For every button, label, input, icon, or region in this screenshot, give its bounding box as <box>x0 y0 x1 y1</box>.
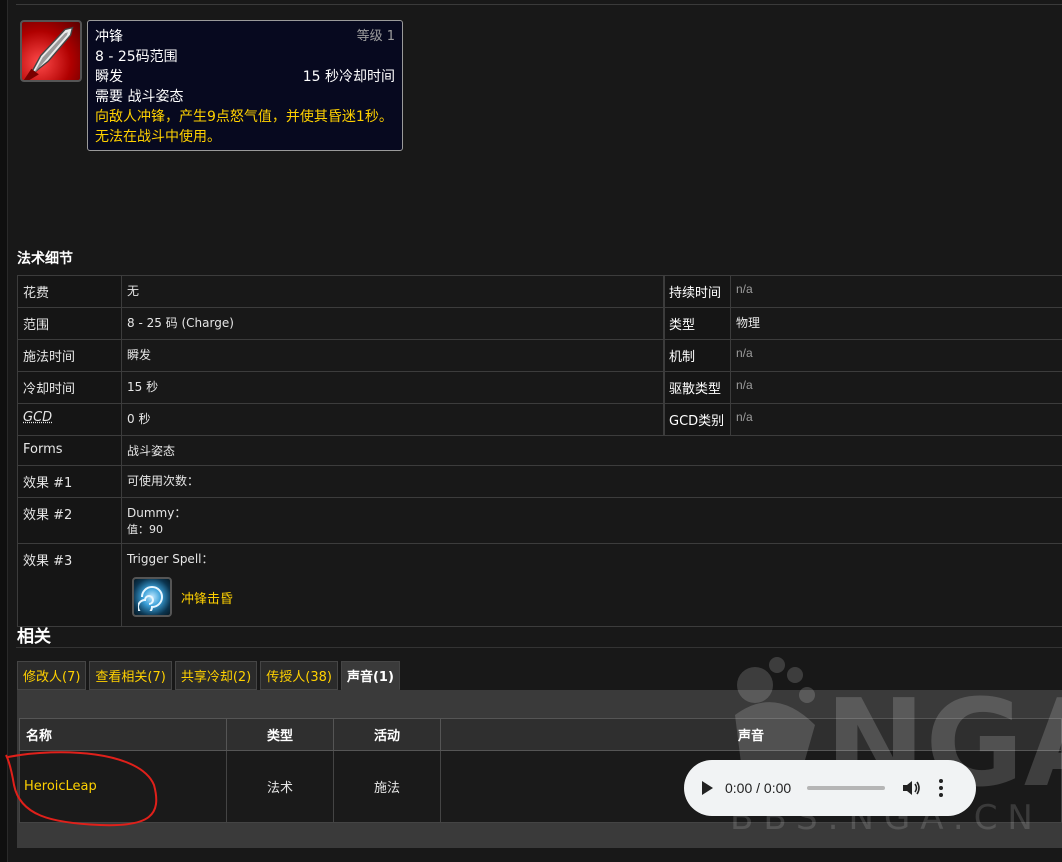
tab-shared-cooldown[interactable]: 共享冷却(2) <box>174 661 258 690</box>
page: 冲锋 等级 1 8 - 25码范围 瞬发 15 秒冷却时间 需要 战斗姿态 向敌… <box>0 0 1062 862</box>
detail-label: 类型 <box>665 308 731 339</box>
charge-spell-icon[interactable] <box>20 20 82 82</box>
detail-row: GCD 0 秒 GCD类别 n/a <box>18 404 1062 436</box>
detail-value: 物理 <box>736 316 761 330</box>
related-title: 相关 <box>17 627 51 647</box>
detail-row: 施法时间 瞬发 机制 n/a <box>18 340 1062 372</box>
detail-row: 花费 无 持续时间 n/a <box>18 276 1062 308</box>
detail-row: 范围 8 - 25 码 (Charge) 类型 物理 <box>18 308 1062 340</box>
sound-name-link[interactable]: HeroicLeap <box>19 750 227 823</box>
spell-tooltip: 冲锋 等级 1 8 - 25码范围 瞬发 15 秒冷却时间 需要 战斗姿态 向敌… <box>87 20 403 151</box>
blade-icon <box>23 26 74 80</box>
effect-dummy-value: 值：90 <box>127 523 163 536</box>
effect-row: 效果 #3 Trigger Spell： 冲锋击昏 <box>18 544 1062 626</box>
more-options-icon[interactable] <box>939 779 944 797</box>
sound-type: 法术 <box>226 750 334 823</box>
detail-value: 无 <box>122 276 665 307</box>
gcd-label[interactable]: GCD <box>18 404 122 435</box>
left-border <box>0 0 8 862</box>
detail-value: n/a <box>736 282 753 296</box>
gcd-tooltip-term[interactable]: GCD <box>23 410 52 425</box>
detail-label: 机制 <box>665 340 731 371</box>
spell-range: 8 - 25码范围 <box>95 49 178 65</box>
triggered-spell-link[interactable]: 冲锋击昏 <box>132 577 1057 617</box>
detail-label: 施法时间 <box>18 340 122 371</box>
audio-progress-slider[interactable] <box>807 786 886 790</box>
detail-label: 驱散类型 <box>665 372 731 403</box>
spell-rank: 等级 1 <box>356 29 395 44</box>
tab-taught-by[interactable]: 传授人(38) <box>260 661 338 690</box>
column-header-type[interactable]: 类型 <box>226 718 334 751</box>
detail-label: 花费 <box>18 276 122 307</box>
spell-details-table: 花费 无 持续时间 n/a 范围 8 - 25 码 (Charge) 类型 物理… <box>17 275 1062 627</box>
effect-value: Dummy： 值：90 <box>122 498 1062 543</box>
column-header-name[interactable]: 名称 <box>19 718 227 751</box>
tab-see-also[interactable]: 查看相关(7) <box>89 661 172 690</box>
related-tabs: 修改人(7) 查看相关(7) 共享冷却(2) 传授人(38) 声音(1) <box>17 661 400 690</box>
spell-details-title: 法术细节 <box>17 251 73 267</box>
effect-value: 可使用次数： <box>127 474 200 488</box>
detail-row: 冷却时间 15 秒 驱散类型 n/a <box>18 372 1062 404</box>
spell-requirement: 需要 战斗姿态 <box>95 89 184 105</box>
spell-cooldown: 15 秒冷却时间 <box>302 69 395 85</box>
detail-label: 持续时间 <box>665 276 731 307</box>
swirl-icon[interactable] <box>132 577 172 617</box>
related-divider <box>16 647 1062 648</box>
effect-label: 效果 #3 <box>18 544 122 626</box>
column-header-activity[interactable]: 活动 <box>333 718 441 751</box>
detail-label: 冷却时间 <box>18 372 122 403</box>
top-divider <box>16 4 1062 5</box>
effect-dummy: Dummy： <box>127 506 187 520</box>
spell-name: 冲锋 <box>95 29 123 45</box>
detail-value: 0 秒 <box>122 404 665 435</box>
audio-time: 0:00 / 0:00 <box>725 780 792 796</box>
table-header-row: 名称 类型 活动 声音 <box>19 718 1062 751</box>
effect-trigger-label: Trigger Spell： <box>127 552 214 566</box>
volume-icon[interactable] <box>903 780 921 796</box>
effect-value: Trigger Spell： 冲锋击昏 <box>122 544 1062 626</box>
detail-label: 范围 <box>18 308 122 339</box>
detail-row: Forms 战斗姿态 <box>18 436 1062 466</box>
detail-value: n/a <box>736 378 753 392</box>
effect-row: 效果 #1 可使用次数： <box>18 466 1062 498</box>
effect-label: 效果 #1 <box>18 466 122 497</box>
effect-label: 效果 #2 <box>18 498 122 543</box>
play-icon[interactable] <box>702 781 713 795</box>
detail-value: n/a <box>736 346 753 360</box>
spell-cast-time: 瞬发 <box>95 69 123 85</box>
detail-value: 瞬发 <box>122 340 665 371</box>
detail-value: 8 - 25 码 (Charge) <box>122 308 665 339</box>
detail-value: 15 秒 <box>122 372 665 403</box>
sound-activity: 施法 <box>333 750 441 823</box>
triggered-spell-name[interactable]: 冲锋击昏 <box>181 588 233 607</box>
tab-sounds[interactable]: 声音(1) <box>340 661 400 690</box>
forms-value: 战斗姿态 <box>127 444 176 458</box>
detail-label: GCD类别 <box>665 404 731 435</box>
effect-row: 效果 #2 Dummy： 值：90 <box>18 498 1062 544</box>
audio-player[interactable]: 0:00 / 0:00 <box>684 760 976 816</box>
column-header-sound[interactable]: 声音 <box>440 718 1062 751</box>
tab-modified-by[interactable]: 修改人(7) <box>17 661 87 690</box>
detail-value: n/a <box>736 410 753 424</box>
spell-description: 向敌人冲锋，产生9点怒气值，并使其昏迷1秒。无法在战斗中使用。 <box>95 109 393 145</box>
forms-label: Forms <box>18 436 122 465</box>
